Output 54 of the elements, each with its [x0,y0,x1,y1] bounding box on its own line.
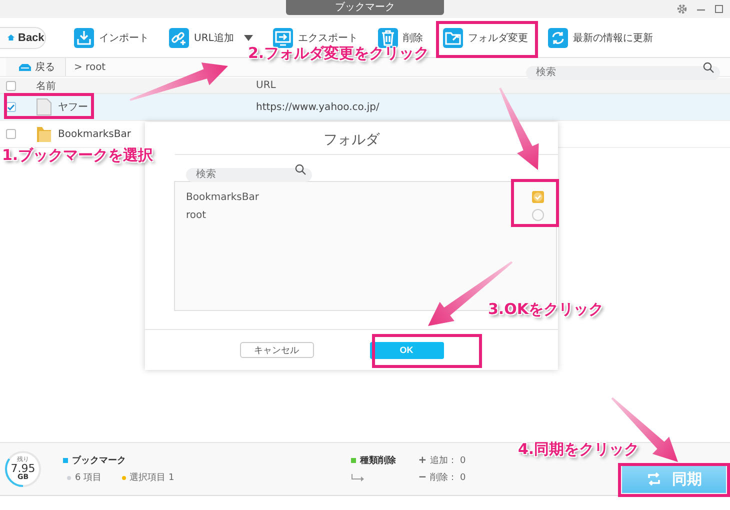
step-label: 3.OKをクリック [488,300,604,319]
highlight-frame [511,179,559,227]
column-header[interactable]: 名前 [36,78,56,92]
refresh-icon [548,28,568,48]
document-icon [36,98,52,116]
tray-icon [18,62,32,72]
section-title: ブックマーク [72,454,126,467]
checkbox[interactable] [6,102,16,112]
radio-button[interactable] [532,209,544,221]
table-cell: https://www.yahoo.co.jp/ [256,102,380,112]
change-symbol: + [418,455,426,466]
maximize-icon[interactable] [714,4,724,14]
delete-icon [378,28,398,48]
toolbar-button[interactable]: インポート [74,28,149,48]
back-button[interactable]: 戻る [6,58,66,76]
search-icon [703,62,714,72]
folder-icon [442,28,463,48]
checkbox[interactable] [6,80,16,90]
add-link-icon [169,28,189,48]
back-button[interactable]: Back [0,26,46,48]
folder-name[interactable]: root [186,210,532,220]
search-icon [295,164,306,174]
change-type-title: 種類削除 [360,454,396,467]
change-count: 追加： 0 [430,454,466,467]
home-icon [7,34,15,41]
window-title: ブックマーク [286,0,444,15]
column-header[interactable]: URL [256,80,276,91]
toolbar-button[interactable]: フォルダ変更 [442,28,528,48]
toolbar-button[interactable]: URL追加 [169,28,253,48]
count-text: 6 項目 [75,472,102,484]
table-row[interactable]: ヤフー https://www.yahoo.co.jp/ [0,94,730,121]
step-label: 4.同期をクリック [518,440,640,459]
checkbox[interactable] [6,129,16,139]
step-label: 1.ブックマークを選択 [2,146,154,165]
cancel-button[interactable]: キャンセル [240,342,314,358]
checkbox[interactable] [532,191,544,203]
table-cell-text: ヤフー [58,101,88,114]
import-icon [74,28,94,48]
breadcrumb: > root [74,62,107,72]
search-field[interactable]: 検索 [186,168,312,182]
count-text: 選択項目 1 [130,472,174,484]
indent-arrow-icon [351,474,366,482]
settings-icon[interactable] [676,3,688,15]
table-cell: BookmarksBar [58,128,131,140]
folder-icon [36,125,52,143]
refresh-icon [646,471,662,487]
change-symbol: − [418,472,426,483]
storage-value: 7.95 [10,463,36,474]
folder-name[interactable]: BookmarksBar [186,192,532,202]
toolbar-button[interactable]: 最新の情報に更新 [548,28,653,48]
search-field[interactable]: 検索 [526,66,720,80]
export-icon [272,28,293,48]
change-count: 削除： 0 [430,472,466,484]
pointer-arrow [611,397,678,462]
